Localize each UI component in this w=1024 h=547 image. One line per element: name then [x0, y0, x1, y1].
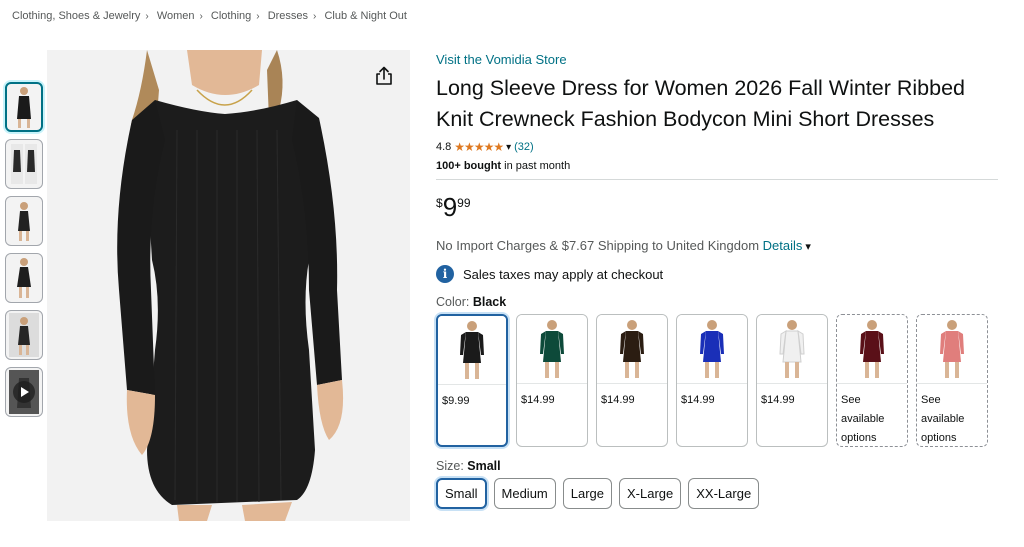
- breadcrumb-item-club-night-out[interactable]: Club & Night Out: [324, 10, 407, 22]
- divider: [436, 179, 998, 180]
- price: $ 9 99: [436, 194, 998, 220]
- swatch-image: [517, 315, 587, 384]
- size-options: Small Medium Large X-Large XX-Large: [436, 478, 998, 509]
- thumbnail-2[interactable]: [5, 139, 43, 189]
- breadcrumb: Clothing, Shoes & Jewelry › Women › Clothi…: [12, 10, 407, 22]
- breadcrumb-separator: ›: [145, 11, 149, 22]
- rating-row: 4.8 ★★★★★ ▾ (32): [436, 140, 998, 154]
- color-label-prefix: Color:: [436, 295, 473, 309]
- rating-value: 4.8: [436, 141, 452, 153]
- color-label: Color: Black: [436, 295, 998, 309]
- color-selected: Black: [472, 295, 507, 309]
- dress-thumbnail-image: [18, 202, 30, 241]
- color-swatch[interactable]: $14.99: [516, 314, 588, 447]
- breadcrumb-separator: ›: [256, 11, 260, 22]
- star-rating-icon[interactable]: ★★★★★: [454, 140, 504, 154]
- thumbnail-video[interactable]: [5, 367, 43, 417]
- shipping-info: No Import Charges & $7.67 Shipping to Un…: [436, 238, 998, 253]
- review-count-link[interactable]: (32): [514, 141, 534, 153]
- swatch-image: [597, 315, 667, 384]
- price-whole: 9: [442, 192, 458, 222]
- size-option[interactable]: X-Large: [619, 478, 682, 509]
- store-link[interactable]: Visit the Vomidia Store: [436, 52, 998, 67]
- color-swatch[interactable]: $9.99: [436, 314, 508, 447]
- dress-thumbnail-image: [17, 258, 31, 298]
- size-option[interactable]: Small: [436, 478, 487, 509]
- breadcrumb-item-women[interactable]: Women: [157, 10, 195, 22]
- product-title: Long Sleeve Dress for Women 2026 Fall Wi…: [436, 76, 965, 131]
- bought-count-bold: 100+ bought: [436, 160, 502, 172]
- price-fraction: 99: [457, 196, 471, 210]
- swatch-image: [438, 316, 506, 385]
- main-product-image[interactable]: [47, 50, 410, 521]
- price-symbol: $: [436, 196, 443, 210]
- color-swatches: $9.99 $14.99 $14.99 $14.99 $14.99 See availab…: [436, 314, 998, 447]
- swatch-price: $9.99: [442, 395, 470, 407]
- bought-count: 100+ bought in past month: [436, 160, 998, 172]
- thumbnail-3[interactable]: [5, 196, 43, 246]
- chevron-down-icon[interactable]: ▾: [506, 142, 511, 153]
- color-swatch[interactable]: $14.99: [676, 314, 748, 447]
- size-label-prefix: Size:: [436, 459, 468, 473]
- thumbnail-5[interactable]: [5, 310, 43, 360]
- product-info: Visit the Vomidia Store Long Sleeve Dres…: [436, 52, 998, 509]
- swatch-price: $14.99: [761, 394, 795, 406]
- dress-model-image: [47, 50, 410, 521]
- color-swatch[interactable]: $14.99: [756, 314, 828, 447]
- swatch-price: See available options: [921, 394, 965, 444]
- breadcrumb-separator: ›: [199, 11, 203, 22]
- share-icon[interactable]: [374, 66, 394, 86]
- info-icon: i: [436, 265, 454, 283]
- chevron-down-icon[interactable]: ▾: [805, 241, 811, 253]
- size-selected: Small: [467, 459, 501, 473]
- swatch-image: [837, 315, 907, 384]
- tax-notice: i Sales taxes may apply at checkout: [436, 265, 998, 283]
- shipping-text: No Import Charges & $7.67 Shipping to Un…: [436, 238, 763, 253]
- color-swatch[interactable]: See available options: [836, 314, 908, 447]
- color-swatch[interactable]: See available options: [916, 314, 988, 447]
- size-option[interactable]: Large: [562, 478, 613, 509]
- swatch-price: See available options: [841, 394, 885, 444]
- breadcrumb-item-clothing[interactable]: Clothing: [211, 10, 251, 22]
- dress-thumbnail-image: [9, 313, 39, 357]
- breadcrumb-item-clothing-shoes-jewelry[interactable]: Clothing, Shoes & Jewelry: [12, 10, 140, 22]
- swatch-price: $14.99: [681, 394, 715, 406]
- breadcrumb-separator: ›: [313, 11, 317, 22]
- swatch-image: [917, 315, 987, 384]
- swatch-image: [757, 315, 827, 384]
- color-swatch[interactable]: $14.99: [596, 314, 668, 447]
- size-option[interactable]: Medium: [493, 478, 556, 509]
- shipping-details-link[interactable]: Details: [763, 238, 803, 253]
- dress-thumbnail-image: [11, 144, 37, 184]
- bought-count-rest: in past month: [501, 160, 571, 172]
- size-option[interactable]: XX-Large: [688, 478, 760, 509]
- swatch-price: $14.99: [601, 394, 635, 406]
- thumbnail-4[interactable]: [5, 253, 43, 303]
- size-label: Size: Small: [436, 459, 998, 473]
- thumbnail-1[interactable]: [5, 82, 43, 132]
- dress-thumbnail-image: [17, 87, 31, 128]
- play-icon: [13, 381, 35, 403]
- breadcrumb-item-dresses[interactable]: Dresses: [268, 10, 308, 22]
- tax-notice-text: Sales taxes may apply at checkout: [463, 266, 664, 282]
- image-thumbnails: [5, 82, 43, 424]
- swatch-price: $14.99: [521, 394, 555, 406]
- swatch-image: [677, 315, 747, 384]
